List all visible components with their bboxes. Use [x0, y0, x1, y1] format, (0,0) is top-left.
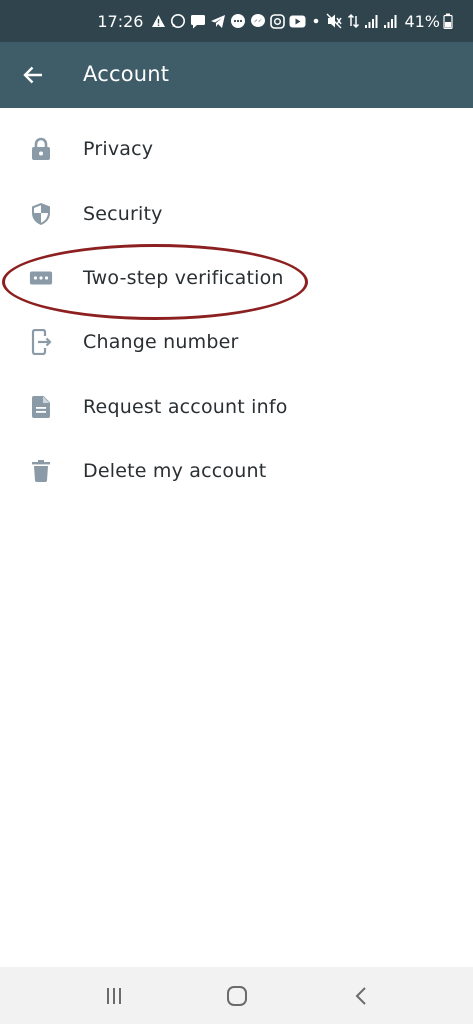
settings-item-label: Two-step verification	[83, 266, 284, 289]
back-button[interactable]	[18, 60, 48, 90]
telegram-icon	[211, 14, 226, 28]
settings-item-label: Request account info	[83, 395, 288, 418]
settings-item-privacy[interactable]: Privacy	[0, 117, 473, 181]
status-time: 17:26	[97, 11, 144, 31]
account-settings-screen: 17:26 41% Account Privacy Security Two-s…	[0, 0, 473, 1024]
message-icon	[191, 14, 206, 28]
warning-icon	[152, 15, 166, 27]
battery-icon	[443, 13, 453, 29]
lock-icon	[29, 137, 53, 161]
change-number-icon	[29, 329, 53, 356]
settings-item-request-account-info[interactable]: Request account info	[0, 375, 473, 439]
youtube-icon	[289, 15, 306, 27]
system-nav-bar	[0, 967, 473, 1024]
home-button[interactable]	[222, 981, 252, 1011]
document-icon	[29, 395, 53, 419]
signal-icon	[365, 14, 378, 28]
status-icons	[151, 13, 398, 29]
chat-icon	[231, 14, 246, 28]
dots-icon	[29, 266, 53, 290]
home-icon	[227, 986, 247, 1006]
recent-apps-button[interactable]	[99, 981, 129, 1011]
settings-item-label: Delete my account	[83, 460, 267, 483]
settings-item-security[interactable]: Security	[0, 181, 473, 245]
recent-apps-icon	[107, 988, 121, 1004]
nav-back-button[interactable]	[346, 981, 376, 1011]
settings-item-label: Change number	[83, 331, 239, 354]
mute-icon	[326, 13, 343, 29]
status-bar: 17:26 41%	[0, 0, 473, 42]
trash-icon	[29, 459, 53, 483]
data-arrows-icon	[348, 13, 360, 29]
shield-icon	[29, 202, 53, 226]
whatsapp-icon	[171, 14, 186, 28]
messenger-icon	[251, 14, 266, 27]
dot-icon	[314, 18, 319, 24]
signal-icon	[384, 14, 397, 28]
settings-item-change-number[interactable]: Change number	[0, 310, 473, 374]
chevron-left-icon	[355, 987, 366, 1005]
account-settings-list: Privacy Security Two-step verification C…	[0, 117, 473, 503]
settings-item-label: Security	[83, 202, 163, 225]
page-title: Account	[83, 62, 170, 86]
settings-item-two-step-verification[interactable]: Two-step verification	[0, 246, 473, 310]
settings-item-label: Privacy	[83, 138, 154, 161]
settings-item-delete-account[interactable]: Delete my account	[0, 439, 473, 503]
app-bar: Account	[0, 42, 473, 108]
battery-percentage: 41%	[404, 11, 440, 31]
instagram-icon	[270, 13, 286, 29]
arrow-left-icon	[23, 66, 42, 84]
